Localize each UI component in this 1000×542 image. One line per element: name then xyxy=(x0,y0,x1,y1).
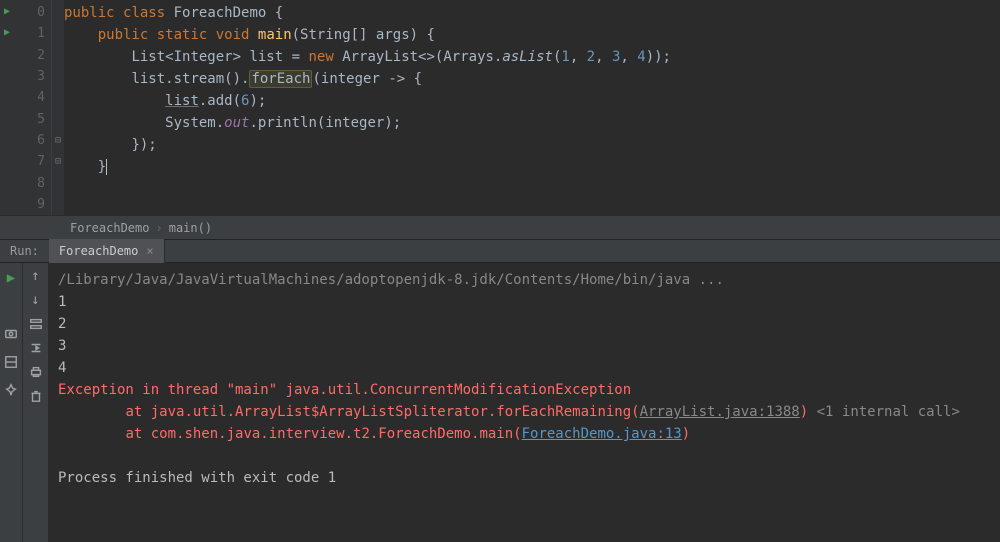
scroll-end-button[interactable] xyxy=(27,339,45,357)
clear-all-button[interactable] xyxy=(27,387,45,405)
code-area[interactable]: public class ForeachDemo { public static… xyxy=(64,0,1000,215)
line-number: 5 xyxy=(37,112,45,127)
soft-wrap-button[interactable] xyxy=(27,315,45,333)
console-output[interactable]: /Library/Java/JavaVirtualMachines/adopto… xyxy=(48,263,1000,542)
rerun-button[interactable]: ▶ xyxy=(2,269,20,287)
stdout-line: 3 xyxy=(58,335,1000,357)
run-tab-label: ForeachDemo xyxy=(59,244,138,258)
line-number: 0 xyxy=(37,5,45,20)
run-tool-window: Run: ForeachDemo × ▶ ↑ ↓ /Libr xyxy=(0,239,1000,542)
stop-button[interactable] xyxy=(2,297,20,315)
run-title: Run: xyxy=(0,244,49,258)
internal-call-hint: <1 internal call> xyxy=(817,404,960,420)
line-number: 8 xyxy=(37,176,45,191)
close-icon[interactable]: × xyxy=(146,244,153,258)
text-cursor xyxy=(106,159,107,175)
line-number: 3 xyxy=(37,69,45,84)
down-stack-button[interactable]: ↓ xyxy=(27,291,45,309)
breadcrumb-separator: › xyxy=(155,221,162,235)
line-number: 2 xyxy=(37,48,45,63)
fold-toggle[interactable]: ⊟ xyxy=(52,130,64,151)
pin-button[interactable] xyxy=(2,381,20,399)
breadcrumb[interactable]: ForeachDemo › main() xyxy=(0,215,1000,239)
stderr-line: at java.util.ArrayList$ArrayListSplitera… xyxy=(58,404,640,420)
line-number: 4 xyxy=(37,90,45,105)
editor-pane: ▶ 0 ▶ 1 2 3 4 5 6 7 8 9 ⊟ ⊟ public class F… xyxy=(0,0,1000,215)
stdout-line: 1 xyxy=(58,291,1000,313)
breadcrumb-method[interactable]: main() xyxy=(169,221,212,235)
stdout-line: 2 xyxy=(58,313,1000,335)
highlighted-usage: forEach xyxy=(249,70,312,88)
line-number: 1 xyxy=(37,26,45,41)
line-number: 7 xyxy=(37,154,45,169)
command-line: /Library/Java/JavaVirtualMachines/adopto… xyxy=(58,269,1000,291)
line-number: 9 xyxy=(37,197,45,212)
up-stack-button[interactable]: ↑ xyxy=(27,267,45,285)
ide-window: ▶ 0 ▶ 1 2 3 4 5 6 7 8 9 ⊟ ⊟ public class F… xyxy=(0,0,1000,542)
fold-column[interactable]: ⊟ ⊟ xyxy=(52,0,64,215)
run-gutter-icon[interactable]: ▶ xyxy=(4,27,10,38)
run-header: Run: ForeachDemo × xyxy=(0,239,1000,263)
layout-button[interactable] xyxy=(2,353,20,371)
line-gutter[interactable]: ▶ 0 ▶ 1 2 3 4 5 6 7 8 9 xyxy=(0,0,52,215)
stacktrace-link[interactable]: ForeachDemo.java:13 xyxy=(522,426,682,442)
run-gutter-icon[interactable]: ▶ xyxy=(4,6,10,17)
fold-toggle[interactable]: ⊟ xyxy=(52,151,64,172)
dump-button[interactable] xyxy=(2,325,20,343)
stderr-line: Exception in thread "main" java.util.Con… xyxy=(58,379,1000,401)
run-toolbar-console: ↑ ↓ xyxy=(22,263,48,542)
stacktrace-link[interactable]: ArrayList.java:1388 xyxy=(640,404,800,420)
stdout-line: 4 xyxy=(58,357,1000,379)
line-number: 6 xyxy=(37,133,45,148)
stderr-line: at com.shen.java.interview.t2.ForeachDem… xyxy=(58,426,522,442)
breadcrumb-class[interactable]: ForeachDemo xyxy=(70,221,149,235)
run-config-tab[interactable]: ForeachDemo × xyxy=(49,239,165,263)
run-toolbar-left: ▶ xyxy=(0,263,22,542)
print-button[interactable] xyxy=(27,363,45,381)
exit-line: Process finished with exit code 1 xyxy=(58,467,1000,489)
